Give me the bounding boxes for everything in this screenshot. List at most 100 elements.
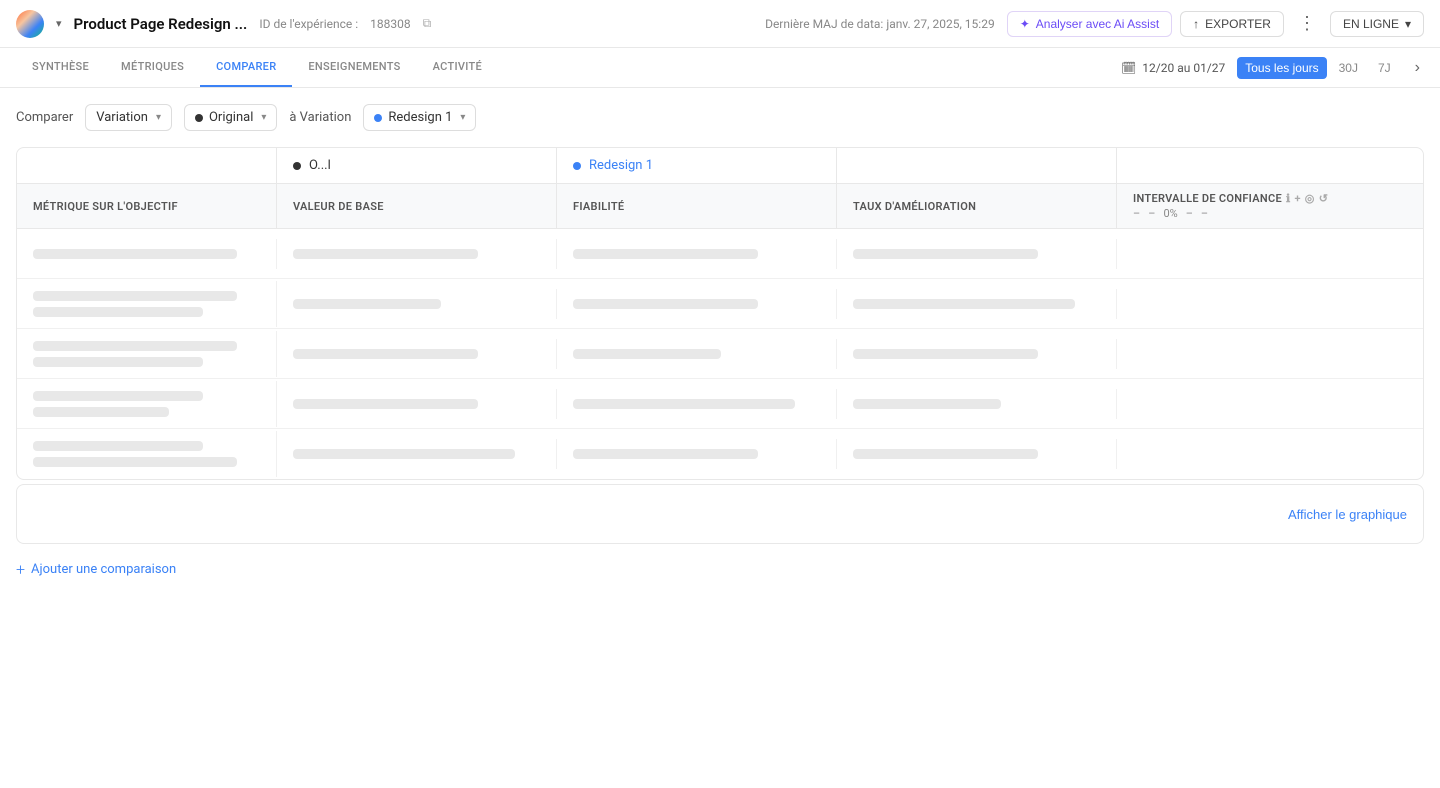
skeleton: [853, 349, 1038, 359]
skeleton: [293, 449, 515, 459]
cell: [277, 239, 557, 269]
skeleton: [573, 449, 758, 459]
skeleton: [33, 341, 237, 351]
cell: [1117, 344, 1423, 364]
more-options-button[interactable]: ⋮: [1292, 11, 1322, 36]
compare-type-select[interactable]: Variation ▾: [85, 104, 172, 131]
cell: [1117, 394, 1423, 414]
cell: [837, 439, 1117, 469]
table-row: [17, 229, 1423, 279]
compare-to-label: à Variation: [289, 110, 351, 125]
compare-to-select[interactable]: Redesign 1 ▾: [363, 104, 476, 131]
tab-comparer[interactable]: COMPARER: [200, 48, 292, 87]
compare-type-label: Variation: [96, 110, 148, 125]
from-dot-icon: [195, 114, 203, 122]
table-row: [17, 279, 1423, 329]
header-actions: ✦ Analyser avec Ai Assist ↑ EXPORTER ⋮ E…: [1007, 11, 1424, 37]
skeleton: [293, 349, 478, 359]
export-button[interactable]: ↑ EXPORTER: [1180, 11, 1284, 37]
compare-from-select[interactable]: Original ▾: [184, 104, 277, 131]
date-range: 🗓 12/20 au 01/27: [1121, 61, 1225, 75]
cell: [17, 381, 277, 427]
skeleton: [33, 307, 203, 317]
skeleton: [33, 407, 169, 417]
show-chart-button[interactable]: Afficher le graphique: [1288, 507, 1407, 522]
period-30j-button[interactable]: 30J: [1331, 57, 1366, 79]
skeleton: [573, 249, 758, 259]
comparison-table: O...l Redesign 1 Métrique sur l'objectif…: [16, 147, 1424, 480]
confidence-sub-labels: ––0%––: [1133, 207, 1208, 220]
confidence-reset-icon[interactable]: ↺: [1319, 192, 1329, 205]
cell: [557, 439, 837, 469]
cell: [17, 281, 277, 327]
compare-to-value: Redesign 1: [388, 110, 452, 125]
cell: [1117, 444, 1423, 464]
redesign1-variation-label: Redesign 1: [557, 148, 837, 183]
to-dot-icon: [374, 114, 382, 122]
skeleton: [573, 349, 721, 359]
cell: [837, 389, 1117, 419]
last-update-label: Dernière MAJ de data: janv. 27, 2025, 15…: [765, 17, 995, 31]
column-headers: Métrique sur l'objectif Valeur de base F…: [17, 184, 1423, 229]
export-icon: ↑: [1193, 17, 1199, 31]
page-title: Product Page Redesign ...: [74, 15, 248, 33]
skeleton: [33, 249, 237, 259]
period-filter: Tous les jours 30J 7J: [1237, 57, 1398, 79]
tab-synthese[interactable]: SYNTHÈSE: [16, 48, 105, 87]
confidence-header-empty: [1117, 148, 1423, 183]
nav-tabs-left: SYNTHÈSE MÉTRIQUES COMPARER ENSEIGNEMENT…: [16, 48, 498, 87]
chart-area: Afficher le graphique: [16, 484, 1424, 544]
skeleton: [573, 399, 795, 409]
cell: [17, 331, 277, 377]
original-label: O...l: [309, 158, 331, 173]
cell: [557, 289, 837, 319]
ai-star-icon: ✦: [1020, 17, 1030, 31]
original-dot-icon: [293, 162, 301, 170]
experience-id-value: 188308: [370, 17, 410, 31]
reliability-col-header: Fiabilité: [557, 184, 837, 228]
improvement-header-empty: [837, 148, 1117, 183]
tab-enseignements[interactable]: ENSEIGNEMENTS: [292, 48, 416, 87]
ai-assist-button[interactable]: ✦ Analyser avec Ai Assist: [1007, 11, 1172, 37]
online-status-button[interactable]: EN LIGNE ▾: [1330, 11, 1424, 37]
add-comparison-label: Ajouter une comparaison: [31, 562, 176, 577]
confidence-add-icon[interactable]: +: [1294, 192, 1300, 205]
skeleton: [33, 441, 203, 451]
chevron-down-icon: ▾: [156, 112, 161, 123]
metric-col-header: Métrique sur l'objectif: [17, 184, 277, 228]
cell: [1117, 294, 1423, 314]
copy-icon[interactable]: ⧉: [423, 16, 432, 31]
collapse-panel-button[interactable]: ›: [1411, 55, 1424, 81]
cell: [277, 339, 557, 369]
skeleton: [293, 249, 478, 259]
skeleton: [573, 299, 758, 309]
confidence-target-icon[interactable]: ◎: [1305, 192, 1315, 205]
cell: [17, 431, 277, 477]
confidence-info-icon[interactable]: ℹ: [1286, 192, 1290, 205]
add-comparison-button[interactable]: + Ajouter une comparaison: [16, 556, 1424, 583]
cell: [277, 389, 557, 419]
skeleton: [853, 449, 1038, 459]
skeleton: [853, 249, 1038, 259]
table-row: [17, 329, 1423, 379]
cell: [837, 289, 1117, 319]
header-chevron-icon[interactable]: ▾: [56, 17, 62, 30]
cell: [557, 239, 837, 269]
cell: [837, 339, 1117, 369]
skeleton: [33, 291, 237, 301]
nav-tabs: SYNTHÈSE MÉTRIQUES COMPARER ENSEIGNEMENT…: [0, 48, 1440, 88]
compare-from-value: Original: [209, 110, 253, 125]
table-body: [17, 229, 1423, 479]
skeleton: [33, 357, 203, 367]
cell: [557, 339, 837, 369]
skeleton: [293, 399, 478, 409]
period-all-days-button[interactable]: Tous les jours: [1237, 57, 1326, 79]
period-7j-button[interactable]: 7J: [1370, 57, 1399, 79]
tab-metriques[interactable]: MÉTRIQUES: [105, 48, 200, 87]
skeleton: [293, 299, 441, 309]
tab-activite[interactable]: ACTIVITÉ: [417, 48, 498, 87]
cell: [277, 289, 557, 319]
improvement-col-header: Taux d'amélioration: [837, 184, 1117, 228]
chevron-down-icon: ▾: [460, 112, 465, 123]
cell: [837, 239, 1117, 269]
